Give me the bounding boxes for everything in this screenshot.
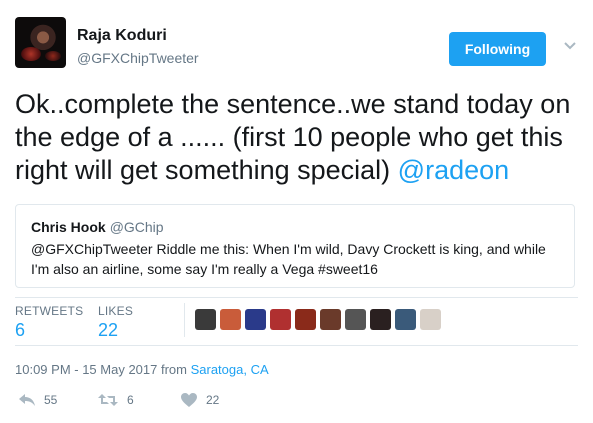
retweet-icon bbox=[97, 392, 119, 408]
tweet-text: Ok..complete the sentence..we stand toda… bbox=[15, 88, 585, 187]
retweet-count: 6 bbox=[127, 393, 134, 407]
liker-avatar-9[interactable] bbox=[395, 309, 416, 330]
author-name[interactable]: Raja Koduri bbox=[77, 27, 167, 45]
avatar-glow bbox=[21, 47, 41, 61]
chevron-down-icon[interactable] bbox=[562, 38, 578, 54]
heart-icon bbox=[180, 392, 198, 408]
liker-avatar-2[interactable] bbox=[220, 309, 241, 330]
liker-avatar-3[interactable] bbox=[245, 309, 266, 330]
liker-avatars bbox=[195, 309, 441, 330]
retweets-label[interactable]: RETWEETS bbox=[15, 304, 83, 318]
likes-label[interactable]: LIKES bbox=[98, 304, 133, 318]
avatar-glow-secondary bbox=[45, 51, 61, 61]
following-button[interactable]: Following bbox=[449, 32, 546, 66]
liker-avatar-6[interactable] bbox=[320, 309, 341, 330]
liker-avatar-4[interactable] bbox=[270, 309, 291, 330]
liker-avatar-8[interactable] bbox=[370, 309, 391, 330]
quoted-author-handle: @GChip bbox=[109, 219, 164, 235]
liker-avatar-5[interactable] bbox=[295, 309, 316, 330]
quoted-author-name: Chris Hook bbox=[31, 219, 106, 235]
quoted-tweet[interactable]: Chris Hook @GChip @GFXChipTweeter Riddle … bbox=[15, 204, 575, 288]
location-link[interactable]: Saratoga, CA bbox=[191, 362, 269, 377]
tweet-mention-link[interactable]: @radeon bbox=[398, 155, 509, 185]
author-handle[interactable]: @GFXChipTweeter bbox=[77, 50, 199, 66]
likes-count[interactable]: 22 bbox=[98, 320, 118, 341]
liker-avatar-1[interactable] bbox=[195, 309, 216, 330]
tweet-timestamp: 10:09 PM - 15 May 2017 from Saratoga, CA bbox=[15, 362, 269, 377]
timestamp-text[interactable]: 10:09 PM - 15 May 2017 from bbox=[15, 362, 191, 377]
stats-top-divider bbox=[15, 297, 578, 298]
like-button[interactable]: 22 bbox=[180, 392, 219, 408]
stats-separator bbox=[184, 303, 185, 337]
like-count: 22 bbox=[206, 393, 220, 407]
quoted-tweet-text: @GFXChipTweeter Riddle me this: When I'm… bbox=[31, 241, 546, 277]
retweets-count[interactable]: 6 bbox=[15, 320, 25, 341]
liker-avatar-7[interactable] bbox=[345, 309, 366, 330]
quoted-author: Chris Hook @GChip bbox=[31, 219, 164, 235]
stats-bottom-divider bbox=[15, 345, 578, 346]
reply-icon bbox=[18, 392, 36, 408]
reply-button[interactable]: 55 bbox=[18, 392, 57, 408]
author-avatar[interactable] bbox=[15, 17, 66, 68]
retweet-button[interactable]: 6 bbox=[97, 392, 134, 408]
reply-count: 55 bbox=[44, 393, 58, 407]
liker-avatar-10[interactable] bbox=[420, 309, 441, 330]
